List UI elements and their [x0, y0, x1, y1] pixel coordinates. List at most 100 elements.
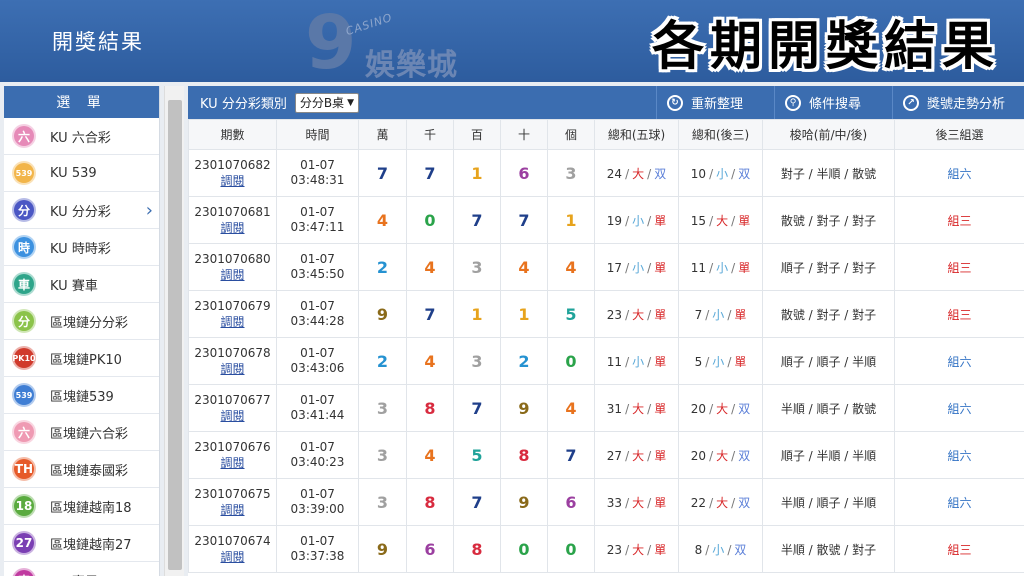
size-indicator: 大	[632, 495, 645, 510]
sidebar-list: 六 KU 六合彩 539 KU 539 分 KU 分分彩 › 時 KU 時時彩車 KU 賽車分區塊…	[4, 118, 159, 576]
ball-number: 3	[453, 243, 501, 291]
lottery-badge-icon: PK10	[12, 346, 36, 370]
table-row: 2301070680 調閱 01-07 03:45:50 2 4 3 4 4 17/小 / 單 11/小…	[188, 243, 1024, 291]
sum-cell: 10/小 / 双	[678, 149, 763, 197]
separator: /	[647, 401, 652, 416]
lottery-badge-icon: 分	[12, 309, 36, 333]
sidebar-menu: 選 單 六 KU 六合彩 539 KU 539 分 KU 分分彩 › 時 KU 時時彩車 KU 賽…	[4, 86, 160, 576]
sidebar-item[interactable]: 分 KU 分分彩 ›	[4, 192, 159, 229]
lottery-badge-icon: 時	[12, 235, 36, 259]
separator: /	[625, 495, 630, 510]
view-detail-link[interactable]: 調閱	[189, 361, 276, 377]
sidebar-item[interactable]: 18 區塊鏈越南18	[4, 488, 159, 525]
parity-indicator: 單	[654, 542, 667, 557]
view-detail-link[interactable]: 調閱	[189, 549, 276, 565]
sidebar-item[interactable]: 車 KU 賽車	[4, 266, 159, 303]
sum-cell: 20/大 / 双	[678, 384, 763, 432]
table-select[interactable]: 分分B桌 ▼	[294, 92, 359, 113]
scrollbar-thumb[interactable]	[168, 100, 182, 570]
issue-number: 2301070681	[194, 205, 271, 219]
parity-indicator: 双	[738, 166, 751, 181]
sum-cell: 31/大 / 單	[594, 384, 679, 432]
view-detail-link[interactable]: 調閱	[189, 267, 276, 283]
view-detail-link[interactable]: 調閱	[189, 502, 276, 518]
sidebar-item[interactable]: 車 KU 賽馬	[4, 562, 159, 576]
view-detail-link[interactable]: 調閱	[189, 408, 276, 424]
ball-number: 7	[500, 196, 548, 244]
sidebar-item[interactable]: 27 區塊鏈越南27	[4, 525, 159, 562]
trend-analysis-button[interactable]: ↗ 獎號走勢分析	[892, 86, 1024, 119]
search-button[interactable]: ⚲ 條件搜尋	[774, 86, 899, 119]
sidebar-item[interactable]: 六 KU 六合彩	[4, 118, 159, 155]
parity-indicator: 單	[734, 307, 747, 322]
ball-number: 4	[547, 243, 595, 291]
column-header: 期數	[188, 119, 277, 150]
draw-time: 03:41:44	[290, 408, 345, 422]
draw-time: 03:37:38	[290, 549, 345, 563]
separator: /	[625, 260, 630, 275]
table-row: 2301070677 調閱 01-07 03:41:44 3 8 7 9 4 31/大 / 單 20/大…	[188, 384, 1024, 432]
draw-date: 01-07	[300, 252, 335, 266]
view-detail-link[interactable]: 調閱	[189, 455, 276, 471]
separator: /	[709, 495, 714, 510]
sidebar-item[interactable]: 539 區塊鏈539	[4, 377, 159, 414]
sidebar-scrollbar[interactable]	[164, 86, 184, 576]
lottery-badge-icon: 539	[12, 161, 36, 185]
sidebar-item[interactable]: 539 KU 539	[4, 155, 159, 192]
page-headline: 各期開獎結果	[651, 16, 1000, 77]
separator: /	[709, 401, 714, 416]
sidebar-item-label: 區塊鏈泰國彩	[50, 463, 129, 479]
search-label: 條件搜尋	[809, 97, 862, 112]
parity-indicator: 單	[738, 260, 751, 275]
view-detail-link[interactable]: 調閱	[189, 220, 276, 236]
refresh-icon: ↻	[667, 94, 683, 111]
view-detail-link[interactable]: 調閱	[189, 314, 276, 330]
suoha-cell: 半順 / 順子 / 散號	[762, 384, 895, 432]
sidebar-item[interactable]: 六區塊鏈六合彩	[4, 414, 159, 451]
ball-number: 6	[406, 525, 454, 573]
sidebar-item-label: KU 六合彩	[50, 130, 111, 146]
ball-number: 4	[406, 431, 454, 479]
lottery-badge-icon: 六	[12, 124, 36, 148]
refresh-button[interactable]: ↻ 重新整理	[656, 86, 781, 119]
sum-cell: 11/小 / 單	[594, 337, 679, 385]
group-cell: 組六	[894, 337, 1024, 385]
suoha-cell: 半順 / 散號 / 對子	[762, 525, 895, 573]
sidebar-item[interactable]: PK10 區塊鏈PK10	[4, 340, 159, 377]
ball-number: 6	[500, 149, 548, 197]
sum-value: 33	[606, 495, 623, 510]
issue-number: 2301070682	[194, 158, 271, 172]
sum-value: 11	[606, 354, 623, 369]
sidebar-item[interactable]: 分區塊鏈分分彩	[4, 303, 159, 340]
separator: /	[731, 495, 736, 510]
parity-indicator: 双	[654, 166, 667, 181]
issue-cell: 2301070674 調閱	[188, 525, 277, 573]
sum-value: 31	[606, 401, 623, 416]
lottery-badge-icon: 18	[12, 494, 36, 518]
size-indicator: 大	[632, 166, 645, 181]
separator: /	[647, 495, 652, 510]
sum-value: 11	[690, 260, 707, 275]
draw-date: 01-07	[300, 440, 335, 454]
sum-value: 17	[606, 260, 623, 275]
view-detail-link[interactable]: 調閱	[189, 173, 276, 189]
suoha-cell: 對子 / 半順 / 散號	[762, 149, 895, 197]
size-indicator: 大	[716, 213, 729, 228]
sum-cell: 27/大 / 單	[594, 431, 679, 479]
column-header: 十	[500, 119, 548, 150]
sum-cell: 17/小 / 單	[594, 243, 679, 291]
suoha-cell: 散號 / 對子 / 對子	[762, 196, 895, 244]
ball-number: 4	[358, 196, 407, 244]
issue-number: 2301070678	[194, 346, 271, 360]
ball-number: 0	[547, 337, 595, 385]
size-indicator: 大	[716, 448, 729, 463]
sidebar-item[interactable]: 時 KU 時時彩	[4, 229, 159, 266]
sum-cell: 22/大 / 双	[678, 478, 763, 526]
ball-number: 9	[500, 478, 548, 526]
parity-indicator: 双	[738, 495, 751, 510]
ball-number: 1	[547, 196, 595, 244]
parity-indicator: 双	[738, 401, 751, 416]
separator: /	[647, 448, 652, 463]
sidebar-item[interactable]: TH 區塊鏈泰國彩	[4, 451, 159, 488]
issue-cell: 2301070678 調閱	[188, 337, 277, 385]
